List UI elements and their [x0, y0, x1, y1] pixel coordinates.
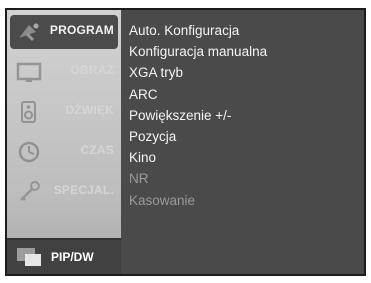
monitor-icon	[16, 62, 42, 82]
satellite-dish-icon	[19, 23, 39, 42]
tab-pip-dw[interactable]: PIP/DW	[7, 238, 121, 274]
tab-label: PIP/DW	[51, 250, 94, 264]
tab-program[interactable]: PROGRAM	[10, 15, 118, 49]
menu-item-zoom[interactable]: Powiększenie +/-	[129, 105, 267, 126]
key-icon	[20, 181, 40, 201]
menu-item-position[interactable]: Pozycja	[129, 126, 267, 147]
tab-dzwiek[interactable]: DŹWIĘK	[10, 95, 118, 129]
speaker-icon	[21, 101, 36, 123]
category-sidebar: PROGRAM OBRAZ DŹWIĘK CZAS SPECJAL. PIP/D…	[7, 10, 121, 274]
tab-obraz[interactable]: OBRAZ	[10, 55, 118, 89]
menu-item-cinema[interactable]: Kino	[129, 147, 267, 168]
clock-icon	[18, 141, 40, 163]
tab-label: SPECJAL.	[53, 183, 114, 197]
menu-item-auto-configuration[interactable]: Auto. Konfiguracja	[129, 20, 267, 41]
menu-item-reset: Kasowanie	[129, 192, 196, 208]
pip-screens-icon	[17, 248, 41, 266]
tab-label: DŹWIĘK	[65, 103, 114, 117]
program-submenu: Auto. Konfiguracja Konfiguracja manualna…	[129, 20, 267, 211]
menu-item-nr: NR	[129, 171, 149, 187]
tab-label: OBRAZ	[70, 63, 114, 77]
tab-label: CZAS	[80, 143, 114, 157]
tab-label: PROGRAM	[49, 23, 114, 37]
osd-menu-panel: PROGRAM OBRAZ DŹWIĘK CZAS SPECJAL. PIP/D…	[5, 8, 366, 276]
menu-item-arc[interactable]: ARC	[129, 84, 267, 105]
tab-specjal[interactable]: SPECJAL.	[10, 175, 118, 209]
menu-item-manual-configuration[interactable]: Konfiguracja manualna	[129, 41, 267, 62]
tab-czas[interactable]: CZAS	[10, 135, 118, 169]
menu-item-xga-mode[interactable]: XGA tryb	[129, 62, 267, 83]
